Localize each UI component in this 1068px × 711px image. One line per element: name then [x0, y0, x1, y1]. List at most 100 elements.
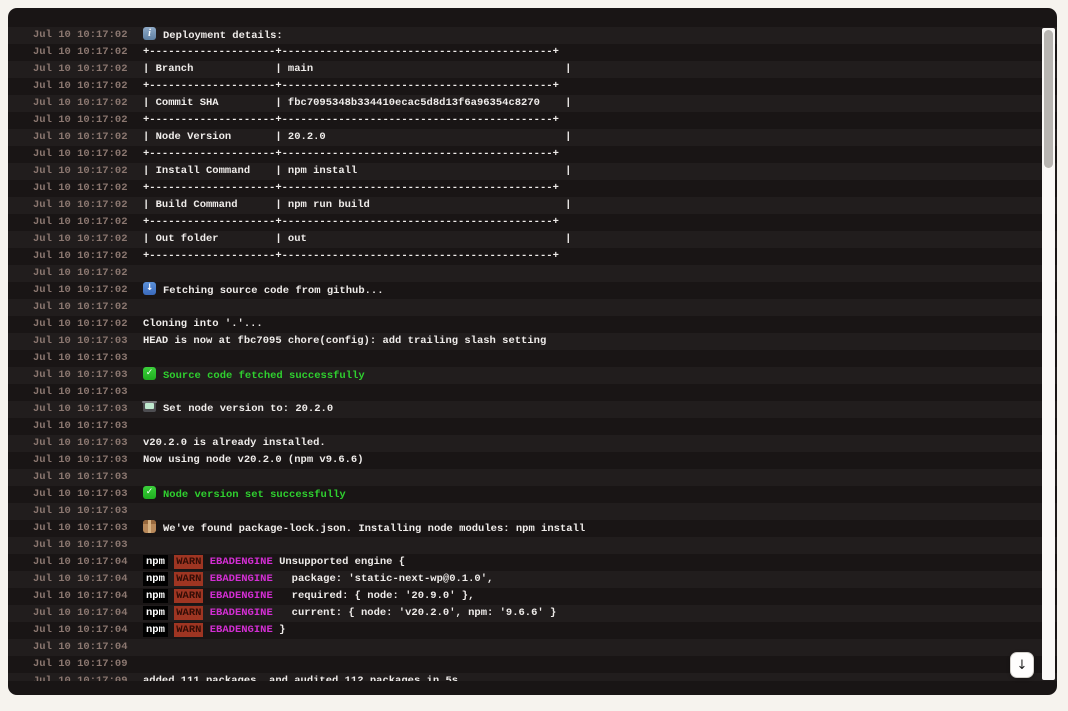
log-text: | Build Command | npm run build |	[143, 199, 571, 211]
log-segment: Deployment details:	[163, 30, 283, 42]
log-timestamp: Jul 10 10:17:04	[33, 571, 143, 588]
log-line: Jul 10 10:17:03	[8, 537, 1057, 554]
log-segment: We've found package-lock.json. Installin…	[163, 523, 585, 535]
log-segment: | Node Version | 20.2.0 |	[143, 131, 571, 143]
log-line: Jul 10 10:17:03	[8, 503, 1057, 520]
log-text: Cloning into '.'...	[143, 318, 263, 330]
log-line: Jul 10 10:17:03HEAD is now at fbc7095 ch…	[8, 333, 1057, 350]
log-segment: +--------------------+------------------…	[143, 46, 559, 58]
log-segment: Now using node v20.2.0 (npm v9.6.6)	[143, 454, 364, 466]
log-timestamp: Jul 10 10:17:02	[33, 316, 143, 333]
npm-badge: npm	[143, 606, 168, 620]
log-line: Jul 10 10:17:03	[8, 418, 1057, 435]
log-text: Source code fetched successfully	[143, 370, 365, 382]
log-timestamp: Jul 10 10:17:03	[33, 350, 143, 367]
log-text: | Out folder | out |	[143, 233, 571, 245]
log-line: Jul 10 10:17:02+--------------------+---…	[8, 112, 1057, 129]
log-segment: | Branch | main |	[143, 63, 571, 75]
log-line: Jul 10 10:17:04	[8, 639, 1057, 656]
check-icon	[143, 367, 156, 380]
warn-badge: WARN	[174, 589, 203, 603]
log-line: Jul 10 10:17:02| Commit SHA | fbc7095348…	[8, 95, 1057, 112]
log-line: Jul 10 10:17:02	[8, 299, 1057, 316]
log-timestamp: Jul 10 10:17:03	[33, 367, 143, 384]
log-text: v20.2.0 is already installed.	[143, 437, 326, 449]
log-timestamp: Jul 10 10:17:02	[33, 248, 143, 265]
log-timestamp: Jul 10 10:17:04	[33, 639, 143, 656]
log-timestamp: Jul 10 10:17:02	[33, 27, 143, 44]
log-text: Now using node v20.2.0 (npm v9.6.6)	[143, 454, 364, 466]
log-text: +--------------------+------------------…	[143, 148, 559, 160]
log-timestamp: Jul 10 10:17:04	[33, 554, 143, 571]
log-timestamp: Jul 10 10:17:03	[33, 418, 143, 435]
scrollbar-thumb[interactable]	[1044, 30, 1053, 168]
log-text: Set node version to: 20.2.0	[143, 403, 333, 415]
log-line: Jul 10 10:17:02| Out folder | out |	[8, 231, 1057, 248]
log-timestamp: Jul 10 10:17:04	[33, 605, 143, 622]
log-segment: | Out folder | out |	[143, 233, 571, 245]
log-segment: package: 'static-next-wp@0.1.0',	[273, 573, 494, 585]
warn-badge: WARN	[174, 623, 203, 637]
log-line: Jul 10 10:17:02+--------------------+---…	[8, 44, 1057, 61]
log-line: Jul 10 10:17:09	[8, 656, 1057, 673]
log-segment: Cloning into '.'...	[143, 318, 263, 330]
log-line: Jul 10 10:17:03	[8, 350, 1057, 367]
log-text: | Branch | main |	[143, 63, 571, 75]
log-line: Jul 10 10:17:02| Install Command | npm i…	[8, 163, 1057, 180]
log-segment: Source code fetched successfully	[163, 370, 365, 382]
log-segment: +--------------------+------------------…	[143, 114, 559, 126]
log-text: Fetching source code from github...	[143, 285, 384, 297]
log-segment: +--------------------+------------------…	[143, 216, 559, 228]
log-text: +--------------------+------------------…	[143, 46, 559, 58]
log-text: npm WARN EBADENGINE current: { node: 'v2…	[143, 606, 556, 620]
log-line: Jul 10 10:17:03Set node version to: 20.2…	[8, 401, 1057, 418]
log-line: Jul 10 10:17:09added 111 packages, and a…	[8, 673, 1057, 681]
log-timestamp: Jul 10 10:17:03	[33, 452, 143, 469]
log-line: Jul 10 10:17:02Cloning into '.'...	[8, 316, 1057, 333]
scrollbar-track[interactable]	[1042, 28, 1055, 680]
log-line: Jul 10 10:17:04npm WARN EBADENGINE Unsup…	[8, 554, 1057, 571]
log-timestamp: Jul 10 10:17:03	[33, 435, 143, 452]
log-text: npm WARN EBADENGINE required: { node: '2…	[143, 589, 474, 603]
check-icon	[143, 486, 156, 499]
log-line: Jul 10 10:17:03	[8, 469, 1057, 486]
log-timestamp: Jul 10 10:17:03	[33, 469, 143, 486]
log-timestamp: Jul 10 10:17:03	[33, 520, 143, 537]
log-segment: Set node version to: 20.2.0	[163, 403, 333, 415]
log-timestamp: Jul 10 10:17:09	[33, 673, 143, 681]
log-timestamp: Jul 10 10:17:03	[33, 486, 143, 503]
log-line: Jul 10 10:17:04npm WARN EBADENGINE }	[8, 622, 1057, 639]
log-segment: | Commit SHA | fbc7095348b334410ecac5d8d…	[143, 97, 571, 109]
log-text: HEAD is now at fbc7095 chore(config): ad…	[143, 335, 546, 347]
warn-badge: WARN	[174, 555, 203, 569]
log-line: Jul 10 10:17:03	[8, 384, 1057, 401]
log-timestamp: Jul 10 10:17:02	[33, 282, 143, 299]
log-text: npm WARN EBADENGINE Unsupported engine {	[143, 555, 405, 569]
log-text: +--------------------+------------------…	[143, 80, 559, 92]
log-text: npm WARN EBADENGINE package: 'static-nex…	[143, 572, 493, 586]
log-segment: EBADENGINE	[210, 556, 273, 568]
log-line: Jul 10 10:17:03 We've found package-lock.…	[8, 520, 1057, 537]
log-segment: }	[273, 624, 286, 636]
log-line: Jul 10 10:17:02+--------------------+---…	[8, 214, 1057, 231]
log-text: added 111 packages, and audited 112 pack…	[143, 675, 458, 681]
log-segment: required: { node: '20.9.0' },	[273, 590, 475, 602]
npm-badge: npm	[143, 623, 168, 637]
scroll-to-bottom-button[interactable]	[1010, 652, 1034, 678]
log-timestamp: Jul 10 10:17:02	[33, 163, 143, 180]
log-segment: EBADENGINE	[210, 573, 273, 585]
log-line: Jul 10 10:17:02| Node Version | 20.2.0 |	[8, 129, 1057, 146]
log-line: Jul 10 10:17:02	[8, 265, 1057, 282]
log-line: Jul 10 10:17:02+--------------------+---…	[8, 248, 1057, 265]
log-text: Deployment details:	[143, 30, 283, 42]
log-timestamp: Jul 10 10:17:02	[33, 231, 143, 248]
log-line: Jul 10 10:17:03Node version set successf…	[8, 486, 1057, 503]
log-text: | Node Version | 20.2.0 |	[143, 131, 571, 143]
log-line: Jul 10 10:17:04npm WARN EBADENGINE requi…	[8, 588, 1057, 605]
log-timestamp: Jul 10 10:17:02	[33, 214, 143, 231]
log-segment: | Install Command | npm install |	[143, 165, 571, 177]
log-timestamp: Jul 10 10:17:03	[33, 333, 143, 350]
log-timestamp: Jul 10 10:17:03	[33, 503, 143, 520]
log-segment: current: { node: 'v20.2.0', npm: '9.6.6'…	[273, 607, 557, 619]
log-segment: EBADENGINE	[210, 590, 273, 602]
